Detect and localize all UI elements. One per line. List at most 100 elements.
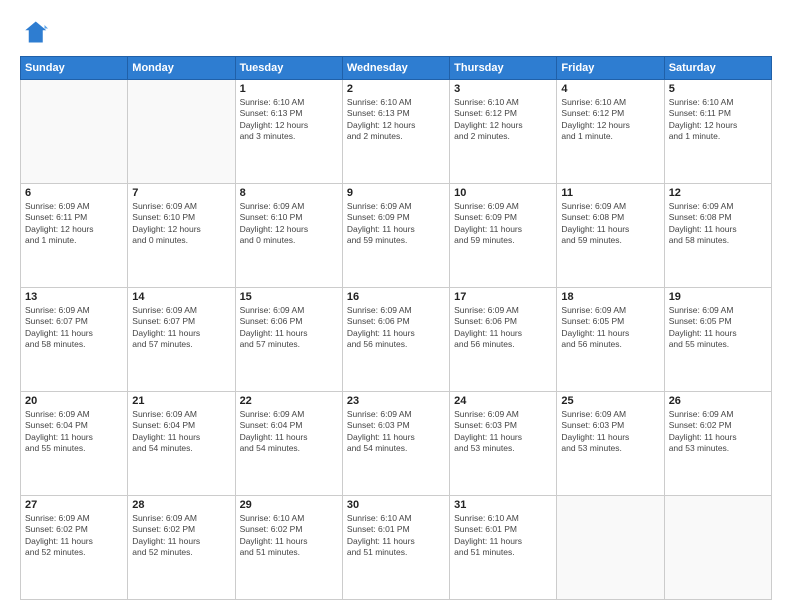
day-info: Sunrise: 6:09 AM Sunset: 6:07 PM Dayligh… [132, 305, 230, 351]
day-number: 15 [240, 291, 338, 303]
logo-icon [20, 18, 48, 46]
calendar-cell [128, 80, 235, 184]
calendar-cell: 26 Sunrise: 6:09 AM Sunset: 6:02 PM Dayli… [664, 392, 771, 496]
logo [20, 18, 52, 46]
day-info: Sunrise: 6:09 AM Sunset: 6:04 PM Dayligh… [240, 409, 338, 455]
calendar-week-3: 13 Sunrise: 6:09 AM Sunset: 6:07 PM Dayli… [21, 288, 772, 392]
day-number: 11 [561, 187, 659, 199]
calendar-cell: 21 Sunrise: 6:09 AM Sunset: 6:04 PM Dayli… [128, 392, 235, 496]
calendar-cell: 9Sunrise: 6:09 AM Sunset: 6:09 PM Daylig… [342, 184, 449, 288]
calendar-cell: 31Sunrise: 6:10 AM Sunset: 6:01 PM Dayli… [450, 496, 557, 600]
day-info: Sunrise: 6:09 AM Sunset: 6:10 PM Dayligh… [132, 201, 230, 247]
weekday-header-sunday: Sunday [21, 57, 128, 80]
day-number: 20 [25, 395, 123, 407]
weekday-header-thursday: Thursday [450, 57, 557, 80]
calendar-cell: 25 Sunrise: 6:09 AM Sunset: 6:03 PM Dayli… [557, 392, 664, 496]
calendar-cell: 12 Sunrise: 6:09 AM Sunset: 6:08 PM Dayli… [664, 184, 771, 288]
calendar-header-row: SundayMondayTuesdayWednesdayThursdayFrid… [21, 57, 772, 80]
day-number: 9 [347, 187, 445, 199]
calendar-cell: 7 Sunrise: 6:09 AM Sunset: 6:10 PM Daylig… [128, 184, 235, 288]
day-number: 5 [669, 83, 767, 95]
day-info: Sunrise: 6:09 AM Sunset: 6:02 PM Dayligh… [669, 409, 767, 455]
calendar-cell: 19 Sunrise: 6:09 AM Sunset: 6:05 PM Dayli… [664, 288, 771, 392]
day-info: Sunrise: 6:09 AM Sunset: 6:08 PM Dayligh… [561, 201, 659, 247]
day-info: Sunrise: 6:09 AM Sunset: 6:09 PM Dayligh… [454, 201, 552, 247]
day-number: 28 [132, 499, 230, 511]
calendar-cell: 13 Sunrise: 6:09 AM Sunset: 6:07 PM Dayli… [21, 288, 128, 392]
day-info: Sunrise: 6:09 AM Sunset: 6:03 PM Dayligh… [561, 409, 659, 455]
day-info: Sunrise: 6:10 AM Sunset: 6:13 PM Dayligh… [347, 97, 445, 143]
weekday-header-friday: Friday [557, 57, 664, 80]
day-number: 18 [561, 291, 659, 303]
calendar-cell: 2 Sunrise: 6:10 AM Sunset: 6:13 PM Daylig… [342, 80, 449, 184]
day-number: 19 [669, 291, 767, 303]
day-number: 22 [240, 395, 338, 407]
day-number: 10 [454, 187, 552, 199]
header [20, 18, 772, 46]
day-number: 6 [25, 187, 123, 199]
day-info: Sunrise: 6:10 AM Sunset: 6:11 PM Dayligh… [669, 97, 767, 143]
day-info: Sunrise: 6:09 AM Sunset: 6:02 PM Dayligh… [25, 513, 123, 559]
day-number: 2 [347, 83, 445, 95]
day-info: Sunrise: 6:09 AM Sunset: 6:03 PM Dayligh… [347, 409, 445, 455]
calendar-cell: 28 Sunrise: 6:09 AM Sunset: 6:02 PM Dayli… [128, 496, 235, 600]
day-number: 16 [347, 291, 445, 303]
day-info: Sunrise: 6:09 AM Sunset: 6:06 PM Dayligh… [454, 305, 552, 351]
page: SundayMondayTuesdayWednesdayThursdayFrid… [0, 0, 792, 612]
calendar-cell: 23 Sunrise: 6:09 AM Sunset: 6:03 PM Dayli… [342, 392, 449, 496]
day-info: Sunrise: 6:09 AM Sunset: 6:06 PM Dayligh… [347, 305, 445, 351]
calendar-cell [21, 80, 128, 184]
weekday-header-saturday: Saturday [664, 57, 771, 80]
weekday-header-wednesday: Wednesday [342, 57, 449, 80]
day-info: Sunrise: 6:09 AM Sunset: 6:11 PM Dayligh… [25, 201, 123, 247]
day-number: 30 [347, 499, 445, 511]
day-info: Sunrise: 6:09 AM Sunset: 6:02 PM Dayligh… [132, 513, 230, 559]
calendar-cell: 15 Sunrise: 6:09 AM Sunset: 6:06 PM Dayli… [235, 288, 342, 392]
day-number: 29 [240, 499, 338, 511]
calendar-week-2: 6 Sunrise: 6:09 AM Sunset: 6:11 PM Daylig… [21, 184, 772, 288]
calendar-table: SundayMondayTuesdayWednesdayThursdayFrid… [20, 56, 772, 600]
calendar-week-1: 1 Sunrise: 6:10 AM Sunset: 6:13 PM Daylig… [21, 80, 772, 184]
day-number: 17 [454, 291, 552, 303]
day-number: 7 [132, 187, 230, 199]
day-number: 12 [669, 187, 767, 199]
day-info: Sunrise: 6:09 AM Sunset: 6:07 PM Dayligh… [25, 305, 123, 351]
day-info: Sunrise: 6:10 AM Sunset: 6:12 PM Dayligh… [454, 97, 552, 143]
day-info: Sunrise: 6:09 AM Sunset: 6:06 PM Dayligh… [240, 305, 338, 351]
day-number: 13 [25, 291, 123, 303]
day-number: 4 [561, 83, 659, 95]
calendar-week-4: 20 Sunrise: 6:09 AM Sunset: 6:04 PM Dayli… [21, 392, 772, 496]
calendar-cell: 30 Sunrise: 6:10 AM Sunset: 6:01 PM Dayli… [342, 496, 449, 600]
calendar-cell: 6 Sunrise: 6:09 AM Sunset: 6:11 PM Daylig… [21, 184, 128, 288]
day-number: 26 [669, 395, 767, 407]
day-info: Sunrise: 6:10 AM Sunset: 6:01 PM Dayligh… [347, 513, 445, 559]
day-number: 27 [25, 499, 123, 511]
calendar-cell: 3 Sunrise: 6:10 AM Sunset: 6:12 PM Daylig… [450, 80, 557, 184]
calendar-cell: 11 Sunrise: 6:09 AM Sunset: 6:08 PM Dayli… [557, 184, 664, 288]
calendar-cell: 27 Sunrise: 6:09 AM Sunset: 6:02 PM Dayli… [21, 496, 128, 600]
day-number: 25 [561, 395, 659, 407]
day-number: 24 [454, 395, 552, 407]
day-info: Sunrise: 6:10 AM Sunset: 6:13 PM Dayligh… [240, 97, 338, 143]
day-info: Sunrise: 6:10 AM Sunset: 6:12 PM Dayligh… [561, 97, 659, 143]
day-number: 14 [132, 291, 230, 303]
calendar-cell: 1 Sunrise: 6:10 AM Sunset: 6:13 PM Daylig… [235, 80, 342, 184]
day-info: Sunrise: 6:09 AM Sunset: 6:08 PM Dayligh… [669, 201, 767, 247]
calendar-cell [557, 496, 664, 600]
day-info: Sunrise: 6:09 AM Sunset: 6:03 PM Dayligh… [454, 409, 552, 455]
calendar-cell: 22 Sunrise: 6:09 AM Sunset: 6:04 PM Dayli… [235, 392, 342, 496]
day-info: Sunrise: 6:09 AM Sunset: 6:04 PM Dayligh… [25, 409, 123, 455]
calendar-cell: 29Sunrise: 6:10 AM Sunset: 6:02 PM Dayli… [235, 496, 342, 600]
day-number: 21 [132, 395, 230, 407]
day-number: 31 [454, 499, 552, 511]
calendar-cell: 17 Sunrise: 6:09 AM Sunset: 6:06 PM Dayli… [450, 288, 557, 392]
day-info: Sunrise: 6:09 AM Sunset: 6:04 PM Dayligh… [132, 409, 230, 455]
calendar-cell: 20 Sunrise: 6:09 AM Sunset: 6:04 PM Dayli… [21, 392, 128, 496]
day-number: 1 [240, 83, 338, 95]
weekday-header-tuesday: Tuesday [235, 57, 342, 80]
day-info: Sunrise: 6:09 AM Sunset: 6:05 PM Dayligh… [669, 305, 767, 351]
calendar-week-5: 27 Sunrise: 6:09 AM Sunset: 6:02 PM Dayli… [21, 496, 772, 600]
day-number: 23 [347, 395, 445, 407]
day-info: Sunrise: 6:09 AM Sunset: 6:10 PM Dayligh… [240, 201, 338, 247]
day-number: 3 [454, 83, 552, 95]
